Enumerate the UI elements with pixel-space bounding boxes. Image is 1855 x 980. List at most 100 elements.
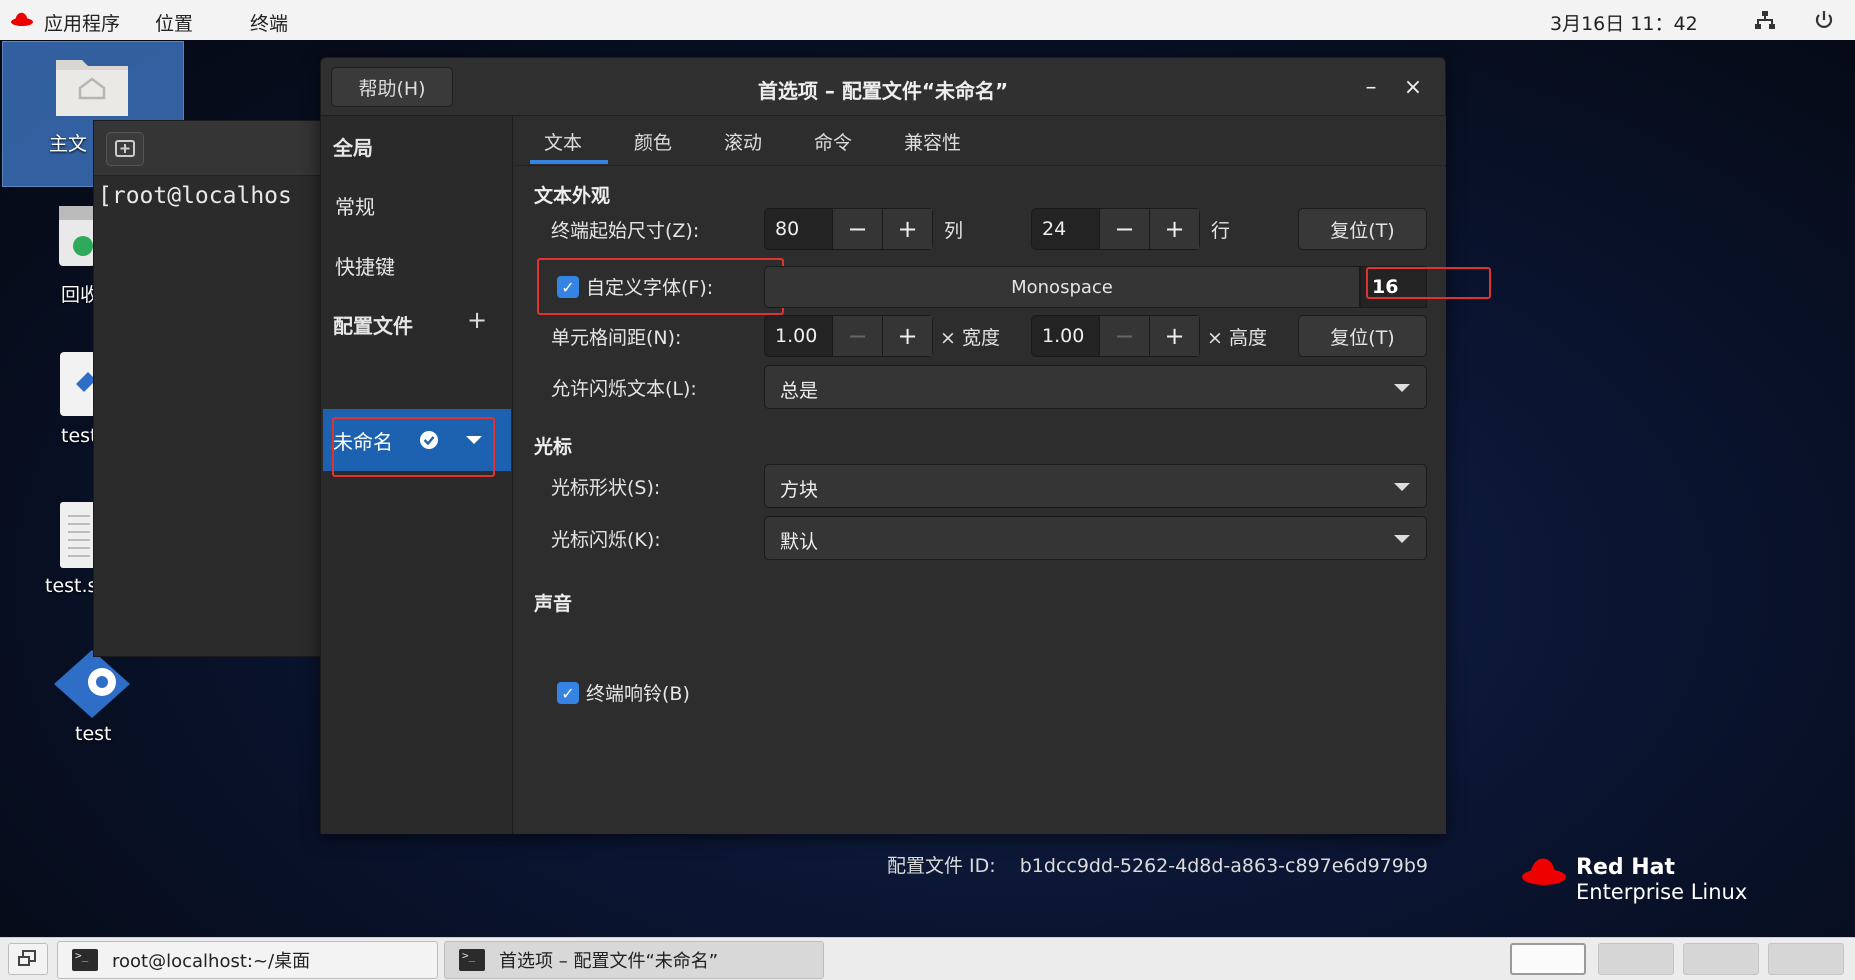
taskbar-preferences[interactable]: >_ 首选项 – 配置文件“未命名” bbox=[444, 941, 824, 979]
clock[interactable]: 3月16日 11：42 bbox=[1550, 9, 1698, 36]
profile-id-value: b1dcc9dd-5262-4d8d-a863-c897e6d979b9 bbox=[1019, 855, 1428, 877]
columns-decrement-button[interactable]: − bbox=[832, 209, 882, 249]
width-unit: × 宽度 bbox=[940, 327, 1000, 349]
show-desktop-button[interactable] bbox=[8, 943, 48, 975]
cursor-shape-value: 方块 bbox=[780, 479, 819, 501]
rows-increment-button[interactable]: + bbox=[1149, 209, 1199, 249]
terminal-bell-label: 终端响铃(B) bbox=[586, 683, 690, 705]
terminal-window[interactable]: [root@localhos bbox=[93, 120, 333, 657]
width-increment-button[interactable]: + bbox=[882, 316, 932, 356]
taskbar: >_ root@localhost:~/桌面 >_ 首选项 – 配置文件“未命名… bbox=[0, 937, 1855, 980]
terminal-header bbox=[94, 121, 332, 176]
columns-unit: 列 bbox=[944, 220, 964, 242]
reset-size-button[interactable]: 复位(T) bbox=[1298, 208, 1427, 250]
terminal-bell-checkbox[interactable]: ✓ bbox=[557, 682, 579, 704]
workspace-2[interactable] bbox=[1598, 943, 1674, 975]
terminal-icon: >_ bbox=[459, 949, 485, 971]
cursor-blink-dropdown[interactable]: 默认 bbox=[764, 516, 1427, 560]
sidebar-item-general[interactable]: 常规 bbox=[335, 191, 375, 220]
terminal-icon: >_ bbox=[72, 949, 98, 971]
blink-text-value: 总是 bbox=[780, 380, 819, 402]
home-folder-icon[interactable] bbox=[52, 52, 132, 120]
workspace-3[interactable] bbox=[1683, 943, 1759, 975]
close-button[interactable]: × bbox=[1398, 72, 1428, 102]
size-label: 终端起始尺寸(Z): bbox=[551, 220, 700, 242]
rows-stepper[interactable]: 24 − + bbox=[1031, 208, 1200, 250]
cursor-shape-label: 光标形状(S): bbox=[551, 477, 661, 499]
new-tab-button[interactable] bbox=[106, 132, 144, 166]
top-bar: 应用程序 位置 终端 3月16日 11：42 bbox=[0, 0, 1855, 40]
profile-id-label: 配置文件 ID: bbox=[887, 855, 996, 877]
tab-text[interactable]: 文本 bbox=[544, 128, 582, 155]
desktop-label-test2[interactable]: test bbox=[75, 723, 112, 745]
preferences-dialog: 帮助(H) 首选项 – 配置文件“未命名” – × 全局 常规 快捷键 配置文件… bbox=[320, 57, 1491, 877]
reset-spacing-button[interactable]: 复位(T) bbox=[1298, 315, 1427, 357]
sidebar-item-shortcuts[interactable]: 快捷键 bbox=[335, 251, 395, 280]
places-menu[interactable]: 位置 bbox=[155, 9, 193, 36]
rows-value[interactable]: 24 bbox=[1042, 218, 1066, 240]
workspace-1[interactable] bbox=[1510, 943, 1586, 975]
columns-increment-button[interactable]: + bbox=[882, 209, 932, 249]
new-tab-icon bbox=[115, 140, 135, 157]
trash-icon[interactable] bbox=[57, 202, 97, 270]
width-spacing-stepper[interactable]: 1.00 − + bbox=[764, 315, 933, 357]
tab-compatibility[interactable]: 兼容性 bbox=[904, 128, 961, 155]
cursor-blink-label: 光标闪烁(K): bbox=[551, 529, 661, 551]
redhat-branding: Red Hat Enterprise Linux bbox=[1576, 855, 1748, 905]
section-cursor: 光标 bbox=[534, 436, 573, 458]
branding-line1: Red Hat bbox=[1576, 855, 1676, 880]
chevron-down-icon bbox=[1394, 483, 1410, 491]
height-spacing-stepper[interactable]: 1.00 − + bbox=[1031, 315, 1200, 357]
minimize-button[interactable]: – bbox=[1356, 72, 1386, 102]
taskbar-preferences-label: 首选项 – 配置文件“未命名” bbox=[499, 951, 719, 972]
add-profile-button[interactable]: + bbox=[467, 306, 487, 334]
desktop-label-test-script[interactable]: test.s bbox=[45, 575, 97, 597]
height-decrement-button[interactable]: − bbox=[1099, 316, 1149, 356]
workspace-4[interactable] bbox=[1768, 943, 1844, 975]
text-file-icon[interactable] bbox=[58, 500, 98, 570]
highlight-box-custom-font bbox=[537, 258, 784, 315]
taskbar-terminal-label: root@localhost:~/桌面 bbox=[112, 951, 311, 972]
document-icon[interactable] bbox=[58, 350, 98, 418]
width-spacing-value[interactable]: 1.00 bbox=[775, 325, 817, 347]
tab-scrolling[interactable]: 滚动 bbox=[724, 128, 762, 155]
network-icon[interactable] bbox=[1754, 9, 1776, 31]
redhat-icon bbox=[11, 12, 33, 26]
columns-stepper[interactable]: 80 − + bbox=[764, 208, 933, 250]
branding-line2: Enterprise Linux bbox=[1576, 880, 1748, 904]
terminal-prompt[interactable]: [root@localhos bbox=[98, 183, 292, 209]
text-tab-content: 文本外观 终端起始尺寸(Z): 80 − + 列 24 − + 行 复位(T) … bbox=[514, 167, 1491, 877]
section-text-appearance: 文本外观 bbox=[534, 185, 611, 207]
taskbar-terminal[interactable]: >_ root@localhost:~/桌面 bbox=[57, 941, 438, 979]
applications-menu[interactable]: 应用程序 bbox=[44, 9, 120, 36]
cursor-shape-dropdown[interactable]: 方块 bbox=[764, 464, 1427, 508]
show-desktop-icon bbox=[18, 950, 36, 966]
tab-command[interactable]: 命令 bbox=[814, 128, 852, 155]
height-spacing-value[interactable]: 1.00 bbox=[1042, 325, 1084, 347]
section-sound: 声音 bbox=[534, 593, 573, 615]
highlight-box-font-size bbox=[1366, 267, 1491, 299]
tab-bar: 文本 颜色 滚动 命令 兼容性 bbox=[514, 116, 1446, 166]
profile-id: 配置文件 ID: b1dcc9dd-5262-4d8d-a863-c897e6d… bbox=[887, 851, 1428, 878]
height-increment-button[interactable]: + bbox=[1149, 316, 1199, 356]
height-unit: × 高度 bbox=[1207, 327, 1267, 349]
desktop-label-home[interactable]: 主文 bbox=[49, 129, 87, 156]
dialog-header: 帮助(H) 首选项 – 配置文件“未命名” – × bbox=[321, 58, 1445, 116]
highlight-box-profile bbox=[332, 417, 495, 477]
font-chooser-button[interactable]: Monospace bbox=[764, 266, 1360, 308]
width-decrement-button[interactable]: − bbox=[832, 316, 882, 356]
cursor-blink-value: 默认 bbox=[780, 531, 819, 553]
chevron-down-icon bbox=[1394, 384, 1410, 392]
rows-unit: 行 bbox=[1211, 220, 1231, 242]
power-icon[interactable] bbox=[1813, 9, 1835, 31]
rows-decrement-button[interactable]: − bbox=[1099, 209, 1149, 249]
dialog-title: 首选项 – 配置文件“未命名” bbox=[757, 79, 1009, 103]
blink-text-dropdown[interactable]: 总是 bbox=[764, 365, 1427, 409]
columns-value[interactable]: 80 bbox=[775, 218, 799, 240]
sidebar-header-global: 全局 bbox=[333, 136, 373, 160]
sidebar-header-profiles: 配置文件 bbox=[333, 314, 413, 338]
tab-colors[interactable]: 颜色 bbox=[634, 128, 672, 155]
settings-gear-icon[interactable] bbox=[50, 648, 134, 720]
redhat-logo-icon bbox=[1522, 858, 1566, 885]
terminal-menu[interactable]: 终端 bbox=[250, 9, 288, 36]
